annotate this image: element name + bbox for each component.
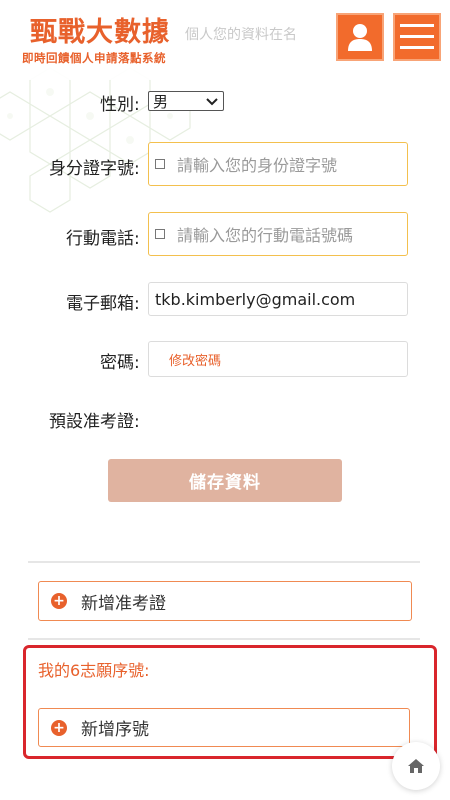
plus-circle-icon: + bbox=[51, 593, 67, 609]
app-header: 個人您的資料在名 甄戰大數據 即時回饋個人申請落點系統 bbox=[0, 0, 450, 80]
logo-title[interactable]: 甄戰大數據 bbox=[30, 10, 170, 49]
email-input[interactable]: tkb.kimberly@gmail.com bbox=[148, 282, 408, 316]
home-icon bbox=[408, 759, 424, 773]
user-button[interactable] bbox=[336, 13, 384, 61]
input-checkbox-glyph bbox=[155, 159, 165, 169]
plus-circle-icon: + bbox=[51, 719, 67, 736]
id-number-label: 身分證字號: bbox=[49, 159, 140, 179]
id-number-input[interactable]: 請輸入您的身份證字號 bbox=[148, 142, 408, 186]
input-checkbox-glyph bbox=[155, 229, 165, 239]
mobile-label: 行動電話: bbox=[66, 229, 140, 249]
mobile-placeholder: 請輸入您的行動電話號碼 bbox=[177, 226, 354, 245]
section-divider bbox=[28, 561, 420, 563]
user-icon bbox=[348, 24, 372, 51]
hamburger-menu-icon bbox=[400, 24, 434, 49]
password-field: 修改密碼 bbox=[148, 341, 408, 377]
menu-button[interactable] bbox=[393, 13, 441, 61]
preferences-title: 我的6志願序號: bbox=[38, 661, 150, 680]
add-serial-button[interactable]: + 新增序號 bbox=[38, 708, 410, 747]
gender-label: 性別: bbox=[100, 95, 140, 115]
section-divider bbox=[28, 638, 420, 640]
logo-subtitle: 即時回饋個人申請落點系統 bbox=[22, 51, 166, 65]
default-admission-label: 預設准考證: bbox=[49, 412, 140, 432]
email-label: 電子郵箱: bbox=[66, 294, 140, 314]
id-number-placeholder: 請輸入您的身份證字號 bbox=[177, 156, 338, 175]
password-label: 密碼: bbox=[100, 353, 140, 373]
home-button[interactable] bbox=[392, 742, 440, 790]
mobile-input[interactable]: 請輸入您的行動電話號碼 bbox=[148, 212, 408, 256]
header-ghost-text: 個人您的資料在名 bbox=[185, 27, 297, 43]
change-password-link[interactable]: 修改密碼 bbox=[169, 350, 221, 369]
email-value: tkb.kimberly@gmail.com bbox=[155, 289, 356, 309]
add-admission-ticket-label: 新增准考證 bbox=[81, 593, 166, 614]
gender-select-value: 男 bbox=[153, 92, 169, 111]
add-serial-label: 新增序號 bbox=[81, 720, 149, 740]
chevron-down-icon bbox=[206, 98, 218, 106]
add-admission-ticket-button[interactable]: + 新增准考證 bbox=[38, 581, 412, 621]
save-button[interactable]: 儲存資料 bbox=[108, 459, 342, 502]
gender-select[interactable]: 男 bbox=[148, 91, 224, 111]
